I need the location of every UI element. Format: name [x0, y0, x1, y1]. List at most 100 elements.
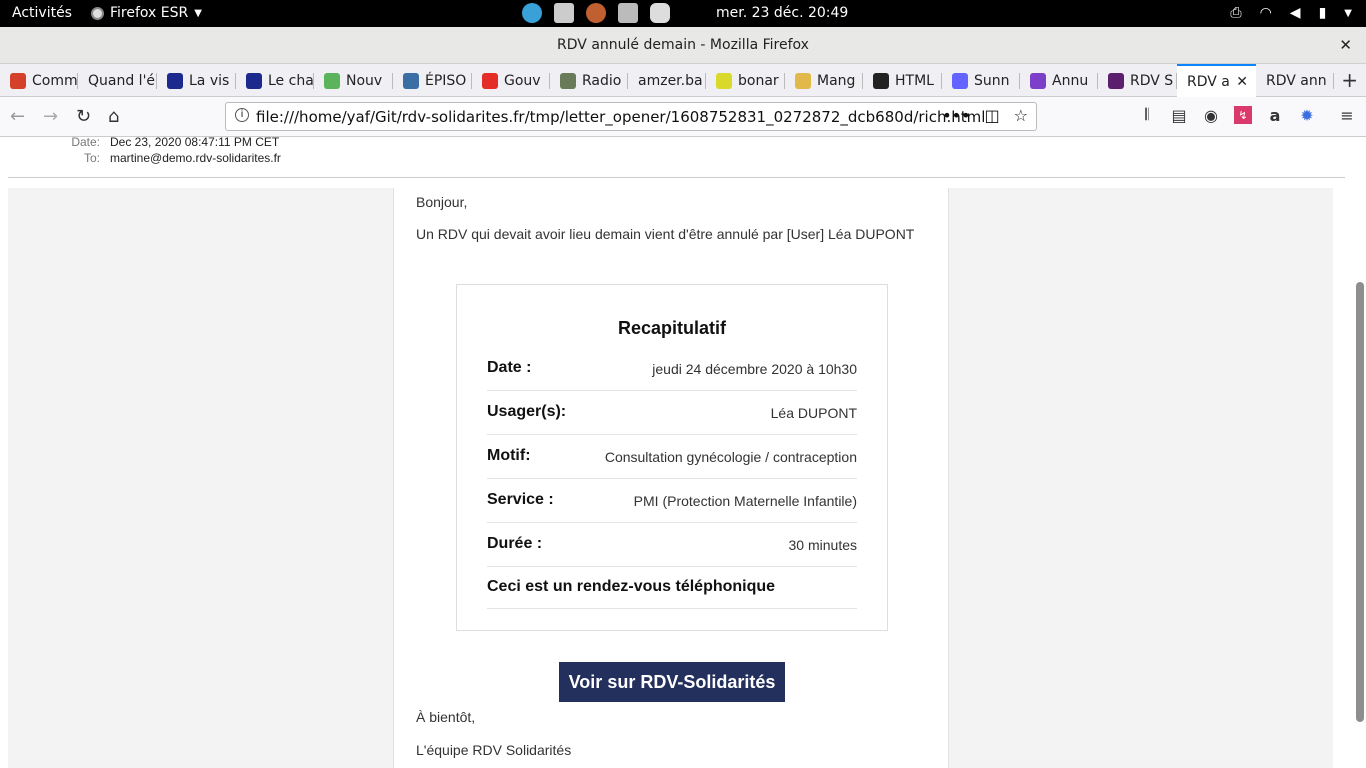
library-icon[interactable]: 𝄃 [1138, 105, 1156, 124]
tab-label: Mang [817, 72, 856, 89]
tab[interactable]: RDV ann [1256, 64, 1334, 97]
scrollbar-thumb[interactable] [1356, 282, 1364, 722]
tab[interactable]: RDV S [1098, 64, 1177, 97]
home-button[interactable]: ⌂ [108, 106, 119, 127]
extension-icon[interactable]: ✹ [1298, 106, 1316, 125]
favicon-icon [167, 72, 183, 89]
tab[interactable]: Le cha [236, 64, 314, 97]
view-on-rdv-button[interactable]: Voir sur RDV-Solidarités [559, 662, 785, 702]
row-label: Durée : [487, 535, 543, 552]
email-sheet: Bonjour, Un RDV qui devait avoir lieu de… [393, 188, 949, 768]
amazon-icon[interactable]: a [1266, 106, 1284, 125]
page-content: Date: Dec 23, 2020 08:47:11 PM CET To: m… [0, 137, 1366, 768]
favicon-icon [873, 72, 889, 89]
tray-app-icon[interactable] [554, 3, 574, 23]
app-menu[interactable]: Firefox ESR ▼ [91, 5, 202, 21]
tab-label: Radio [582, 72, 622, 89]
tab[interactable]: amzer.ba [628, 64, 706, 97]
window-title: RDV annulé demain - Mozilla Firefox [557, 37, 809, 53]
tab[interactable]: Annu [1020, 64, 1098, 97]
url-text[interactable]: file:///home/yaf/Git/rdv-solidarites.fr/… [256, 108, 985, 126]
battery-icon: ▮ [1318, 5, 1327, 21]
tab[interactable]: Nouv [314, 64, 393, 97]
tab[interactable]: Sunn [942, 64, 1020, 97]
tab-label: Comm [32, 72, 78, 89]
back-button[interactable]: ← [10, 106, 25, 127]
page-actions-icon[interactable]: ••• [942, 106, 970, 125]
bookmark-star-icon[interactable]: ☆ [1014, 106, 1028, 125]
tab[interactable]: RDV a ✕ [1177, 64, 1256, 97]
tab[interactable]: Mang [785, 64, 863, 97]
tab-label: RDV S [1130, 72, 1174, 89]
favicon-icon [795, 72, 811, 89]
header-label: Date: [71, 137, 100, 149]
close-icon[interactable]: ✕ [1339, 36, 1352, 54]
slack-icon[interactable] [618, 3, 638, 23]
header-label: To: [83, 151, 100, 165]
tab-label: Nouv [346, 72, 383, 89]
tab-label: Quand l'é [88, 72, 156, 89]
forward-button[interactable]: → [43, 106, 58, 127]
favicon-icon [246, 72, 262, 89]
tab-label: Gouv [504, 72, 541, 89]
favicon-icon [952, 72, 968, 89]
chevron-down-icon: ▼ [194, 7, 202, 19]
tab[interactable]: Gouv [472, 64, 550, 97]
system-top-bar: Activités Firefox ESR ▼ mer. 23 déc. 20:… [0, 0, 1366, 27]
row-value: Consultation gynécologie / contraception [604, 449, 857, 465]
tab[interactable]: Comm [0, 64, 78, 97]
info-icon[interactable]: i [235, 108, 249, 122]
account-icon[interactable]: ◉ [1202, 106, 1220, 125]
row-value: Léa DUPONT [770, 405, 857, 421]
tray-app-icon[interactable] [586, 3, 606, 23]
activities-button[interactable]: Activités [12, 5, 72, 21]
divider [8, 177, 1345, 178]
header-value: martine@demo.rdv-solidarites.fr [110, 151, 281, 165]
tab[interactable]: HTML [863, 64, 942, 97]
tab-label: ÉPISO [425, 72, 467, 89]
reload-button[interactable]: ↻ [76, 106, 91, 127]
signoff: À bientôt, [416, 709, 476, 725]
tab-label: HTML [895, 72, 934, 89]
row-value: PMI (Protection Maternelle Infantile) [633, 493, 857, 509]
summary-card: Recapitulatif Date : jeudi 24 décembre 2… [456, 284, 888, 631]
system-status[interactable]: ⎙ ◠ ◀ ▮ ▼ [1230, 5, 1352, 21]
tab[interactable]: ÉPISO [393, 64, 472, 97]
tab[interactable]: bonar [706, 64, 785, 97]
pocket-icon[interactable]: ◫ [985, 106, 1000, 125]
row-label: Date : [487, 359, 532, 376]
tray-icons [522, 3, 670, 23]
url-bar[interactable]: i file:///home/yaf/Git/rdv-solidarites.f… [225, 102, 1037, 131]
tab[interactable]: La vis [157, 64, 236, 97]
summary-row: Date : jeudi 24 décembre 2020 à 10h30 [487, 347, 857, 391]
extension-icon[interactable]: ↯ [1234, 106, 1252, 124]
printer-icon: ⎙ [1230, 5, 1242, 21]
favicon-icon [403, 72, 419, 89]
favicon-icon [1108, 72, 1124, 89]
tab[interactable]: Quand l'é [78, 64, 157, 97]
window-titlebar: RDV annulé demain - Mozilla Firefox ✕ [0, 27, 1366, 64]
greeting: Bonjour, [416, 194, 468, 210]
row-value: 30 minutes [788, 537, 857, 553]
summary-row: Usager(s): Léa DUPONT [487, 391, 857, 435]
discord-icon[interactable] [650, 3, 670, 23]
chevron-down-icon: ▼ [1344, 8, 1352, 19]
row-label: Usager(s): [487, 403, 567, 420]
tab-label: bonar [738, 72, 779, 89]
summary-row: Durée : 30 minutes [487, 523, 857, 567]
scrollbar[interactable] [1356, 137, 1364, 768]
tab[interactable]: Radio [550, 64, 628, 97]
tab-label: La vis [189, 72, 230, 89]
header-value: Dec 23, 2020 08:47:11 PM CET [110, 137, 280, 149]
tab-label: Le cha [268, 72, 314, 89]
sidebar-icon[interactable]: ▤ [1170, 106, 1188, 125]
clock[interactable]: mer. 23 déc. 20:49 [716, 5, 848, 21]
close-tab-icon[interactable]: ✕ [1236, 74, 1248, 90]
intro-text: Un RDV qui devait avoir lieu demain vien… [416, 226, 915, 242]
card-title: Recapitulatif [617, 318, 727, 338]
menu-icon[interactable]: ≡ [1338, 106, 1356, 125]
telegram-icon[interactable] [522, 3, 542, 23]
new-tab-button[interactable]: + [1341, 68, 1358, 92]
team-signature: L'équipe RDV Solidarités [416, 742, 572, 758]
tab-label: RDV a [1187, 73, 1230, 90]
